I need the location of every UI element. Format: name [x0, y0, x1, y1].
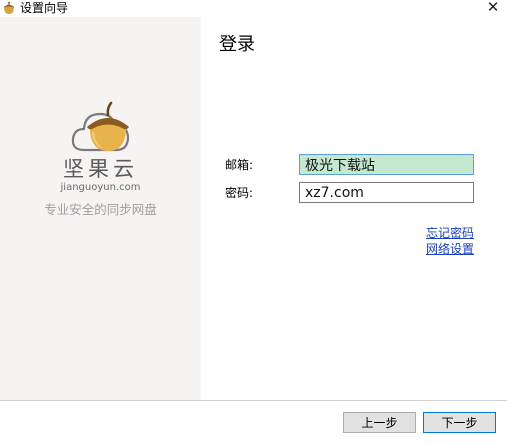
email-field[interactable] — [299, 154, 474, 175]
forgot-password-link[interactable]: 忘记密码 — [426, 226, 474, 240]
password-field[interactable] — [299, 182, 474, 203]
brand-domain: jianguoyun.com — [60, 182, 141, 193]
email-label: 邮箱: — [225, 158, 254, 172]
page-title: 登录 — [219, 34, 255, 55]
previous-button[interactable]: 上一步 — [343, 412, 416, 433]
close-icon[interactable]: ✕ — [485, 0, 501, 15]
brand-panel: 坚果云 jianguoyun.com 专业安全的同步网盘 — [0, 17, 201, 400]
title-bar: 设置向导 ✕ — [0, 0, 507, 17]
password-label: 密码: — [225, 186, 254, 200]
next-button[interactable]: 下一步 — [423, 412, 496, 433]
brand-name: 坚果云 — [63, 157, 138, 181]
brand-slogan: 专业安全的同步网盘 — [44, 202, 157, 217]
acorn-cloud-logo-icon — [71, 101, 130, 152]
network-settings-link[interactable]: 网络设置 — [426, 242, 474, 256]
acorn-app-icon — [3, 1, 15, 14]
window-title: 设置向导 — [20, 1, 69, 15]
